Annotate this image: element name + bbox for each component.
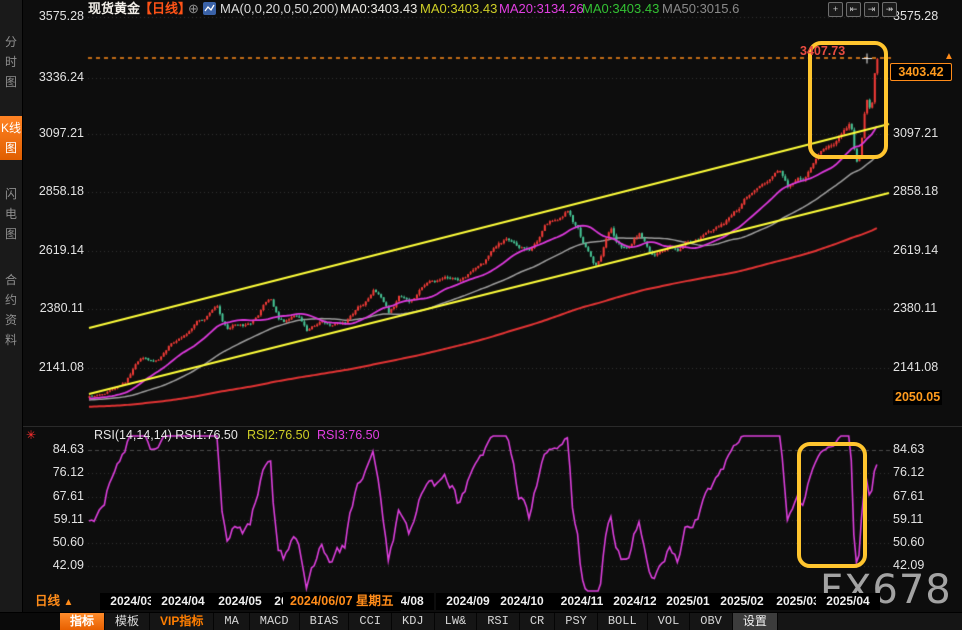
period-dropdown-arrow-icon: ▲ [64,597,74,608]
toolbar-item-指标[interactable]: 指标 [60,613,105,630]
toolbar-item-设置[interactable]: 设置 [733,613,778,630]
toolbar-item-KDJ[interactable]: KDJ [392,613,435,630]
axis-label: 42.09 [28,558,84,573]
axis-label: 67.61 [893,489,924,504]
toolbar-item-PSY[interactable]: PSY [555,613,598,630]
axis-label: 59.11 [893,512,923,527]
rsi3-value: RSI3:76.50 [317,428,380,443]
axis-label: 2141.08 [893,360,938,375]
axis-label: 2619.14 [893,243,938,258]
trading-app-window: 分时图 K线图闪电图合约资料 现货黄金 【日线】 ⊕ MA(0,0,20,0,50… [0,0,962,629]
axis-label: 3575.28 [893,9,938,24]
axis-label: 50.60 [28,535,84,550]
ma-formula: MA(0,0,20,0,50,200) [220,1,339,17]
date-label: 2024/04 [151,593,215,610]
axis-label: 2141.08 [28,360,84,375]
price-up-arrow-icon: ▲ [944,52,954,62]
toolbar-item-OBV[interactable]: OBV [690,613,733,630]
low-price-tag: 2050.05 [893,390,942,405]
rsi-title: RSI(14,14,14) RSI1:76.50 [94,428,238,443]
axis-shift-right-icon[interactable]: ⇥ [864,2,879,17]
date-axis: 日线 ▲ 2024/032024/042024/052024/062024/07… [0,592,962,612]
axis-label: 50.60 [893,535,924,550]
toolbar-item-MA[interactable]: MA [214,613,249,630]
current-price-tag: 3403.42 [890,63,952,81]
date-label: 2024/10 [490,593,554,610]
ma-value-5: MA50:3015.6 [662,1,739,17]
date-label: 2025/04 [816,593,880,610]
indicator-toolbar: 指标模板VIP指标MAMACDBIASCCIKDJLW&RSICRPSYBOLL… [0,612,962,630]
axis-label: 2619.14 [28,243,84,258]
ma-value-1: MA0:3403.43 [340,1,417,17]
sidebar-item-2[interactable]: K线图 [0,116,22,160]
period-label[interactable]: 日线 ▲ [35,593,73,611]
left-sidebar: 分时图 K线图闪电图合约资料 [0,0,23,629]
axis-label: 2380.11 [893,301,937,316]
axis-label: 76.12 [28,465,84,480]
axis-label: 3575.28 [28,9,84,24]
symbol-title: 现货黄金 [88,1,140,17]
toolbar-item-LW&[interactable]: LW& [435,613,478,630]
scroll-right-icon[interactable]: ↠ [882,2,897,17]
rsi-settings-icon[interactable]: ✳ [26,428,36,443]
axis-label: 42.09 [893,558,924,573]
main-highlight-box [808,41,888,159]
sidebar-item-3[interactable]: 闪电图 [0,182,22,246]
panel-divider [23,426,962,427]
axis-label: 3336.24 [28,70,84,85]
axis-label: 2858.18 [28,184,84,199]
axis-label: 3097.21 [893,126,938,141]
axis-label: 59.11 [28,512,84,527]
toolbar-item-BIAS[interactable]: BIAS [300,613,350,630]
link-icon[interactable]: ⊕ [188,1,199,17]
ma-value-3: MA20:3134.26 [499,1,584,17]
toolbar-item-RSI[interactable]: RSI [477,613,520,630]
date-tooltip: 2024/06/07 星期五 [283,592,401,611]
toolbar-item-VIP指标[interactable]: VIP指标 [150,613,214,630]
high-price-note: 3407.73 [800,44,845,58]
axis-shift-left-icon[interactable]: ⇤ [846,2,861,17]
sidebar-item-4[interactable]: 合约资料 [0,268,22,352]
indicator-settings-icon[interactable] [203,2,216,19]
ma-value-4: MA0:3403.43 [582,1,659,17]
axis-label: 2858.18 [893,184,938,199]
rsi-highlight-box [797,442,867,568]
toolbar-item-BOLL[interactable]: BOLL [598,613,648,630]
period-tag: 【日线】 [139,1,191,17]
axis-label: 2380.11 [28,301,84,316]
toolbar-item-VOL[interactable]: VOL [648,613,691,630]
axis-label: 67.61 [28,489,84,504]
ma-value-2: MA0:3403.43 [420,1,497,17]
axis-label: 76.12 [893,465,924,480]
toolbar-item-MACD[interactable]: MACD [250,613,300,630]
date-label: 2024/05 [208,593,272,610]
toolbar-item-CR[interactable]: CR [520,613,555,630]
axis-label: 84.63 [893,442,924,457]
toolbar-spacer [0,613,60,630]
axis-label: 3097.21 [28,126,84,141]
toolbar-item-CCI[interactable]: CCI [349,613,392,630]
rsi2-value: RSI2:76.50 [247,428,310,443]
date-label: 2025/02 [710,593,774,610]
toolbar-item-模板[interactable]: 模板 [105,613,150,630]
axis-label: 84.63 [28,442,84,457]
sidebar-item-1[interactable]: 分时图 [0,30,22,94]
pan-icon[interactable]: + [828,2,843,17]
